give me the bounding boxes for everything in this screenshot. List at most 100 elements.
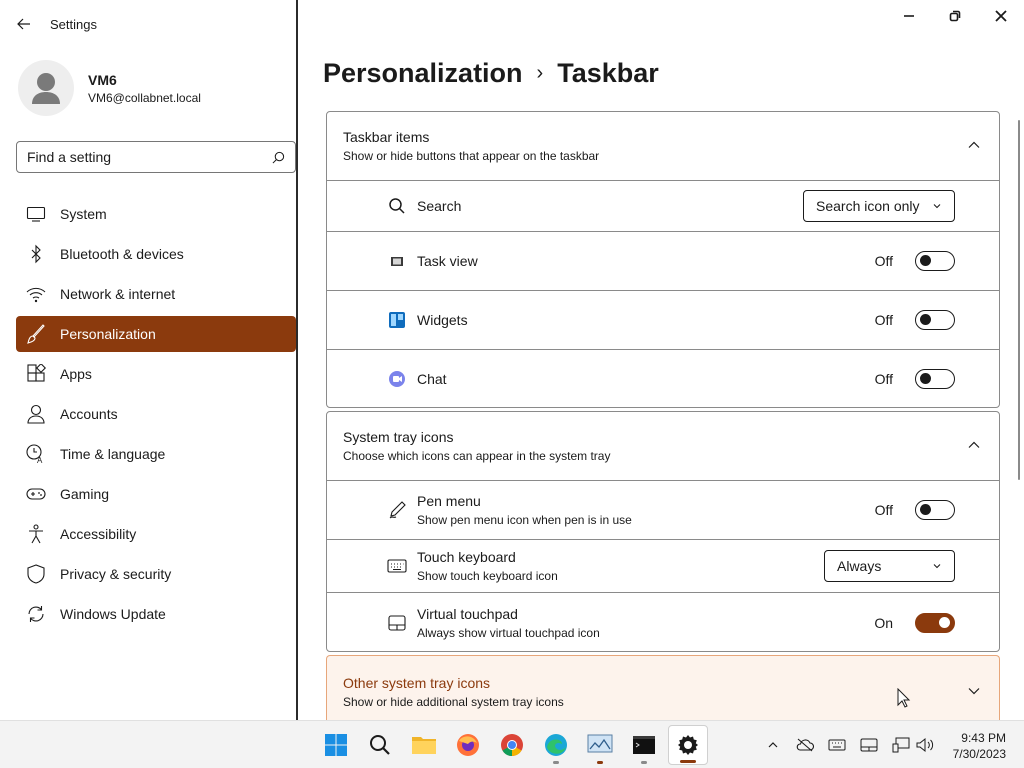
virtual-touchpad-toggle-group: On <box>874 612 955 633</box>
avatar[interactable] <box>18 60 74 116</box>
chevron-down-icon <box>968 688 980 695</box>
vertical-scrollbar[interactable] <box>1018 120 1020 480</box>
pen-menu-toggle-group: Off <box>875 500 955 520</box>
chevron-up-icon <box>768 742 778 748</box>
start-button[interactable] <box>316 725 356 765</box>
taskbar-row-widgets: Widgets Off <box>327 290 999 349</box>
sidebar-item-gaming[interactable]: Gaming <box>16 476 296 512</box>
clock-date: 7/30/2023 <box>952 747 1006 761</box>
wifi-icon <box>26 284 46 304</box>
sidebar-item-label: Bluetooth & devices <box>60 246 184 262</box>
accessibility-icon <box>26 524 46 544</box>
terminal-icon <box>633 736 655 754</box>
widgets-icon <box>387 310 407 330</box>
row-description: Show pen menu icon when pen is in use <box>417 513 632 527</box>
taskbar-terminal[interactable] <box>624 725 664 765</box>
search-mode-dropdown[interactable]: Search icon only <box>803 190 955 222</box>
chrome-icon <box>501 734 523 756</box>
task-view-toggle-group: Off <box>875 251 955 271</box>
chat-toggle-group: Off <box>875 369 955 389</box>
chat-toggle[interactable] <box>915 369 955 389</box>
tray-virtual-touchpad[interactable] <box>859 735 879 755</box>
volume-icon <box>916 737 934 753</box>
search-icon <box>370 735 390 755</box>
minimize-button[interactable] <box>897 6 921 26</box>
section-title: System tray icons <box>343 429 454 445</box>
mouse-cursor-icon <box>897 688 911 708</box>
sidebar-item-label: Accounts <box>60 406 118 422</box>
taskbar-edge[interactable] <box>536 725 576 765</box>
taskbar-file-explorer[interactable] <box>404 725 444 765</box>
sidebar-item-system[interactable]: System <box>16 196 296 232</box>
sidebar-item-label: Accessibility <box>60 526 137 542</box>
laptop-icon <box>26 204 46 224</box>
sidebar-item-personalization[interactable]: Personalization <box>16 316 296 352</box>
system-tray-card: System tray icons Choose which icons can… <box>326 411 1000 652</box>
sidebar-item-label: Privacy & security <box>60 566 172 582</box>
keyboard-icon <box>387 556 407 576</box>
pen-icon <box>387 500 407 520</box>
sidebar-item-privacy[interactable]: Privacy & security <box>16 556 296 592</box>
sidebar-item-network[interactable]: Network & internet <box>16 276 296 312</box>
edge-icon <box>545 734 567 756</box>
user-icon <box>32 73 60 104</box>
row-label: Touch keyboard <box>417 549 516 565</box>
row-description: Show touch keyboard icon <box>417 569 558 583</box>
taskbar-clock[interactable]: 9:43 PM 7/30/2023 <box>953 730 1006 762</box>
pen-menu-toggle[interactable] <box>915 500 955 520</box>
touchpad-icon <box>860 738 878 752</box>
chevron-down-icon <box>933 564 941 569</box>
sidebar-item-apps[interactable]: Apps <box>16 356 296 392</box>
taskbar-search-button[interactable] <box>360 725 400 765</box>
taskbar-monitor-app[interactable] <box>580 725 620 765</box>
tray-onedrive[interactable] <box>795 735 815 755</box>
taskbar-chrome[interactable] <box>492 725 532 765</box>
keyboard-icon <box>828 739 846 751</box>
breadcrumb-separator: › <box>536 62 544 84</box>
touch-keyboard-dropdown[interactable]: Always <box>824 550 955 582</box>
sidebar-item-label: System <box>60 206 107 222</box>
taskbar-settings[interactable] <box>668 725 708 765</box>
tray-volume[interactable] <box>915 735 935 755</box>
sidebar-item-accounts[interactable]: Accounts <box>16 396 296 432</box>
row-label: Chat <box>417 371 447 387</box>
apps-icon <box>26 364 46 384</box>
toggle-state-label: On <box>874 614 893 631</box>
chevron-down-icon <box>933 204 941 209</box>
system-tray-header[interactable]: System tray icons Choose which icons can… <box>327 412 999 480</box>
section-subtitle: Show or hide buttons that appear on the … <box>343 149 600 163</box>
sidebar-item-label: Time & language <box>60 446 166 462</box>
back-arrow-icon <box>17 18 30 30</box>
virtual-touchpad-toggle[interactable] <box>915 612 955 633</box>
back-button[interactable] <box>14 14 34 34</box>
row-label: Pen menu <box>417 493 481 509</box>
windows-logo-icon <box>325 734 347 756</box>
close-icon <box>995 10 1007 22</box>
taskbar-firefox[interactable] <box>448 725 488 765</box>
sidebar-item-label: Personalization <box>60 326 156 342</box>
toggle-state-label: Off <box>874 502 893 518</box>
tray-touch-keyboard[interactable] <box>827 735 847 755</box>
sidebar-item-windows-update[interactable]: Windows Update <box>16 596 296 632</box>
tray-network[interactable] <box>891 735 911 755</box>
close-button[interactable] <box>989 6 1013 26</box>
chat-icon <box>387 369 407 389</box>
show-hidden-icons-button[interactable] <box>763 735 783 755</box>
breadcrumb-parent[interactable]: Personalization <box>323 58 523 89</box>
sidebar-item-time-language[interactable]: A Time & language <box>16 436 296 472</box>
task-view-toggle[interactable] <box>915 251 955 271</box>
search-box[interactable] <box>16 141 296 173</box>
widgets-toggle[interactable] <box>915 310 955 330</box>
search-input[interactable] <box>27 149 272 165</box>
sidebar-item-bluetooth[interactable]: Bluetooth & devices <box>16 236 296 272</box>
row-label: Search <box>417 198 462 214</box>
chevron-up-icon <box>968 141 980 148</box>
tray-row-virtual-touchpad: Virtual touchpad Always show virtual tou… <box>327 592 999 652</box>
update-icon <box>26 604 46 624</box>
restore-button[interactable] <box>943 6 967 26</box>
dropdown-value: Always <box>837 558 882 574</box>
sidebar-item-accessibility[interactable]: Accessibility <box>16 516 296 552</box>
sidebar-item-label: Gaming <box>60 486 110 502</box>
taskbar-items-header[interactable]: Taskbar items Show or hide buttons that … <box>327 112 999 180</box>
row-label: Widgets <box>417 312 468 328</box>
